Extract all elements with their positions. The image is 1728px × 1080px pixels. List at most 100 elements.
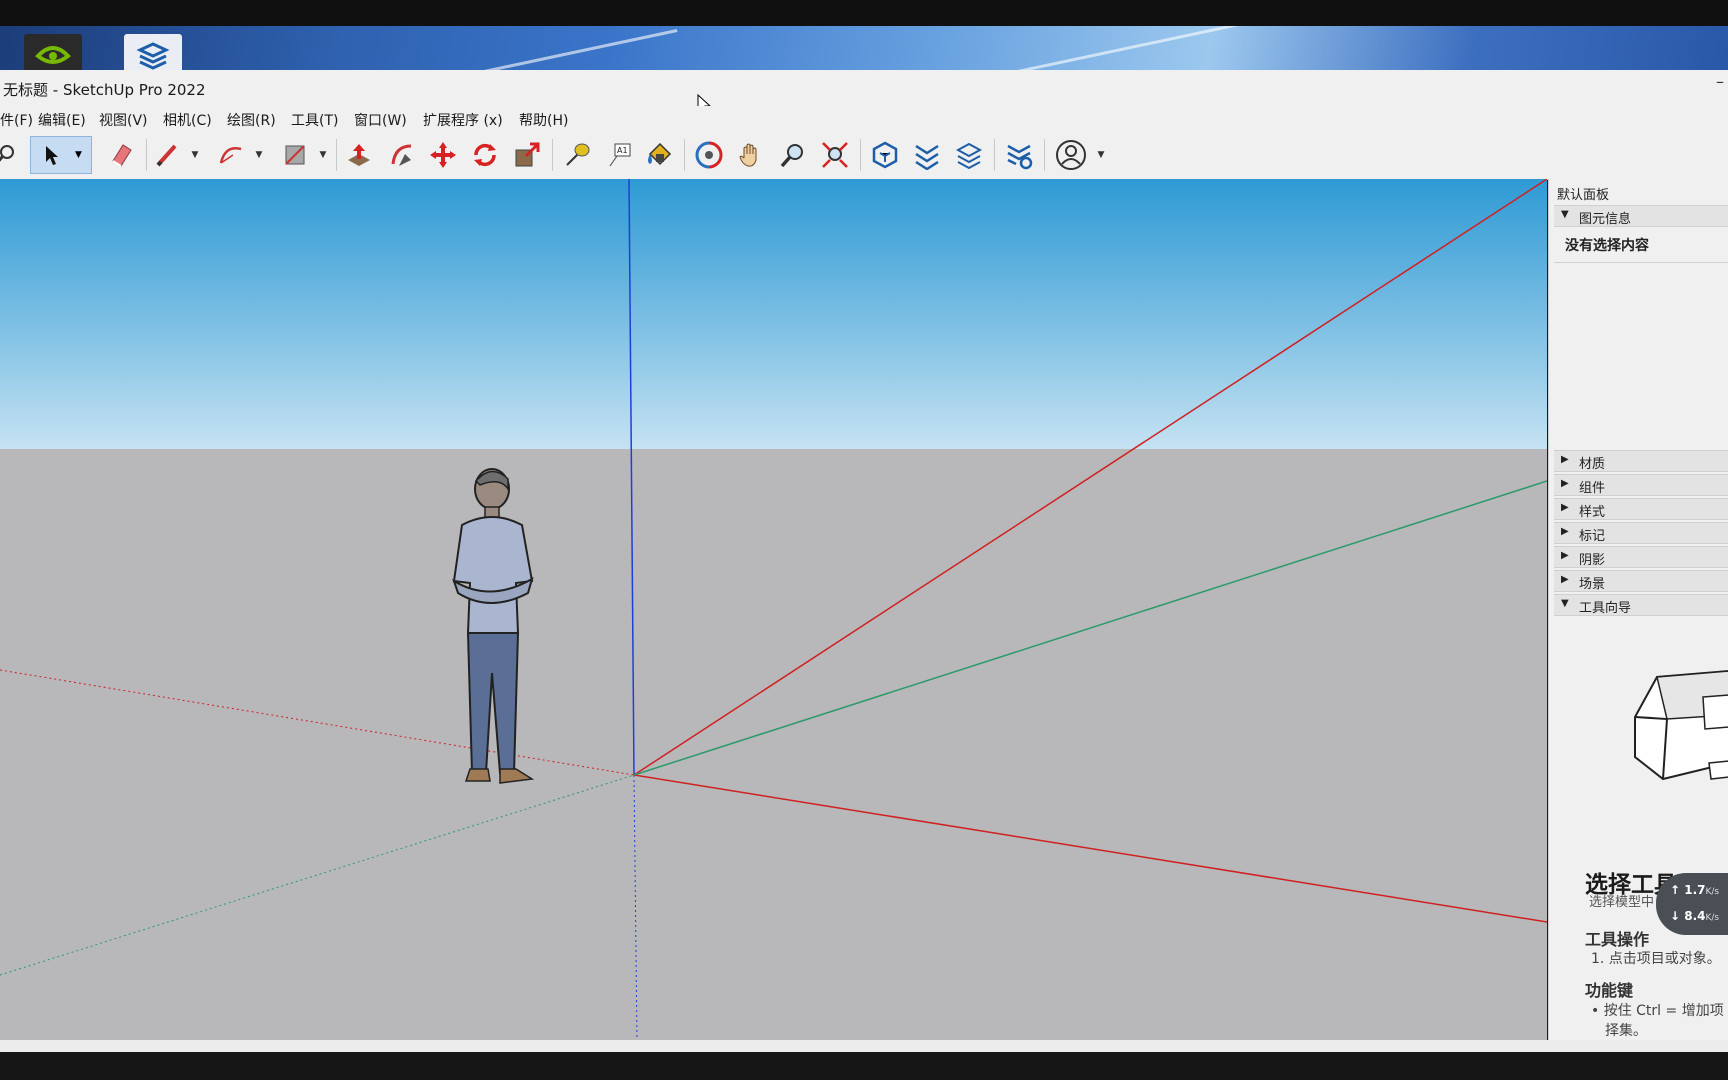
toolbar-separator <box>860 139 861 171</box>
collapsed-arrow-icon: ▶ <box>1561 526 1569 537</box>
download-speed-value: 8.4 <box>1684 909 1706 923</box>
red-axis <box>633 179 1547 776</box>
paint-bucket-icon[interactable] <box>640 136 678 174</box>
nvidia-icon[interactable] <box>24 34 82 70</box>
toolbar-separator <box>552 139 553 171</box>
collapsed-arrow-icon: ▶ <box>1561 502 1569 513</box>
network-speed-widget: ↑ 1.7K/s ↓ 8.4K/s <box>1656 873 1728 935</box>
section-label: 组件 <box>1579 481 1606 496</box>
menu-camera[interactable]: 相机(C) <box>163 110 212 130</box>
layout-icon[interactable] <box>950 136 988 174</box>
zoom-extents-icon[interactable] <box>816 136 854 174</box>
section-shadows[interactable]: ▶ 阴影 <box>1554 546 1728 568</box>
main-toolbar: ▼ ▼ ▼ ▼ A1 ▼ <box>0 131 1728 180</box>
rotate-icon[interactable] <box>466 136 504 174</box>
zoom-icon[interactable] <box>0 136 24 174</box>
panel-header: 默认面板 <box>1557 188 1610 203</box>
section-label: 材质 <box>1579 457 1606 472</box>
upload-speed: ↑ 1.7K/s <box>1670 883 1719 897</box>
section-components[interactable]: ▶ 组件 <box>1554 474 1728 496</box>
text-icon[interactable]: A1 <box>600 136 638 174</box>
menu-edit[interactable]: 编辑(E) <box>38 110 86 130</box>
section-instructor[interactable]: ▼ 工具向导 <box>1554 594 1728 616</box>
no-selection-text: 没有选择内容 <box>1565 238 1649 254</box>
select-icon <box>46 146 58 165</box>
menu-bar: 件(F) 编辑(E) 视图(V) 相机(C) 绘图(R) 工具(T) 窗口(W)… <box>0 106 1728 131</box>
section-entity-info[interactable]: ▼ 图元信息 <box>1554 205 1728 227</box>
collapsed-arrow-icon: ▶ <box>1561 454 1569 465</box>
3d-viewport[interactable] <box>0 179 1547 1040</box>
section-label: 场景 <box>1579 577 1606 592</box>
shape-dropdown-icon[interactable]: ▼ <box>316 136 330 174</box>
axes-layer <box>0 179 1547 1040</box>
modifier-key-item-continued: 择集。 <box>1605 1023 1647 1039</box>
account-dropdown-icon[interactable]: ▼ <box>1094 136 1108 174</box>
speed-unit: K/s <box>1705 913 1720 923</box>
eraser-icon[interactable] <box>102 136 140 174</box>
collapsed-arrow-icon: ▶ <box>1561 478 1569 489</box>
section-scenes[interactable]: ▶ 场景 <box>1554 570 1728 592</box>
warehouse-icon[interactable] <box>866 136 904 174</box>
shape-icon[interactable] <box>276 136 314 174</box>
menu-help[interactable]: 帮助(H) <box>519 110 568 130</box>
follow-me-icon[interactable] <box>383 136 421 174</box>
extension-manager-icon[interactable] <box>1000 136 1038 174</box>
expanded-arrow-icon: ▼ <box>1561 598 1569 609</box>
desktop-background <box>0 26 1728 70</box>
collapsed-arrow-icon: ▶ <box>1561 574 1569 585</box>
section-label: 工具向导 <box>1579 601 1632 616</box>
modifier-keys-heading: 功能键 <box>1585 981 1634 1000</box>
title-bar: 无标题 - SketchUp Pro 2022 – <box>0 70 1728 115</box>
scale-icon[interactable] <box>508 136 546 174</box>
upload-speed-value: 1.7 <box>1684 883 1706 897</box>
menu-window[interactable]: 窗口(W) <box>354 110 407 130</box>
pencil-dropdown-icon[interactable]: ▼ <box>188 136 202 174</box>
app-stack-icon[interactable] <box>124 34 182 70</box>
divider <box>1554 262 1728 263</box>
tape-measure-icon[interactable] <box>558 136 596 174</box>
section-label: 样式 <box>1579 505 1606 520</box>
house-illustration-icon <box>1634 670 1728 781</box>
scale-figure[interactable] <box>440 463 570 789</box>
move-icon[interactable] <box>424 136 462 174</box>
operation-step: 1. 点击项目或对象。 <box>1591 951 1721 967</box>
extension-warehouse-icon[interactable] <box>908 136 946 174</box>
minimize-button[interactable]: – <box>1716 72 1724 91</box>
screen-bottom-border <box>0 1052 1728 1080</box>
section-label: 标记 <box>1579 529 1606 544</box>
orbit-icon[interactable] <box>690 136 728 174</box>
blue-axis-negative <box>633 774 638 1040</box>
toolbar-separator <box>146 139 147 171</box>
speed-unit: K/s <box>1705 887 1720 897</box>
magnify-icon[interactable] <box>774 136 812 174</box>
screen-top-border <box>0 0 1728 26</box>
section-label: 图元信息 <box>1579 212 1632 227</box>
collapsed-arrow-icon: ▶ <box>1561 550 1569 561</box>
expanded-arrow-icon: ▼ <box>1561 209 1569 220</box>
toolbar-separator <box>336 139 337 171</box>
toolbar-separator <box>684 139 685 171</box>
pencil-icon[interactable] <box>148 136 186 174</box>
arc-icon[interactable] <box>212 136 250 174</box>
section-materials[interactable]: ▶ 材质 <box>1554 450 1728 472</box>
red-axis <box>633 774 1547 923</box>
menu-view[interactable]: 视图(V) <box>99 110 148 130</box>
green-axis <box>633 480 1547 776</box>
status-bar <box>0 1040 1728 1052</box>
select-tool-button[interactable]: ▼ <box>30 136 92 174</box>
tool-guide-subtitle: 选择模型中 <box>1589 895 1655 910</box>
menu-file[interactable]: 件(F) <box>0 110 33 130</box>
pan-icon[interactable] <box>732 136 770 174</box>
menu-extensions[interactable]: 扩展程序 (x) <box>423 110 503 130</box>
menu-draw[interactable]: 绘图(R) <box>227 110 276 130</box>
account-icon[interactable] <box>1052 136 1090 174</box>
section-styles[interactable]: ▶ 样式 <box>1554 498 1728 520</box>
desktop-streak <box>422 29 678 70</box>
section-tags[interactable]: ▶ 标记 <box>1554 522 1728 544</box>
push-pull-icon[interactable] <box>340 136 378 174</box>
section-label: 阴影 <box>1579 553 1606 568</box>
arc-dropdown-icon[interactable]: ▼ <box>252 136 266 174</box>
download-speed: ↓ 8.4K/s <box>1670 909 1719 923</box>
svg-text:A1: A1 <box>617 146 628 155</box>
menu-tools[interactable]: 工具(T) <box>291 110 338 130</box>
